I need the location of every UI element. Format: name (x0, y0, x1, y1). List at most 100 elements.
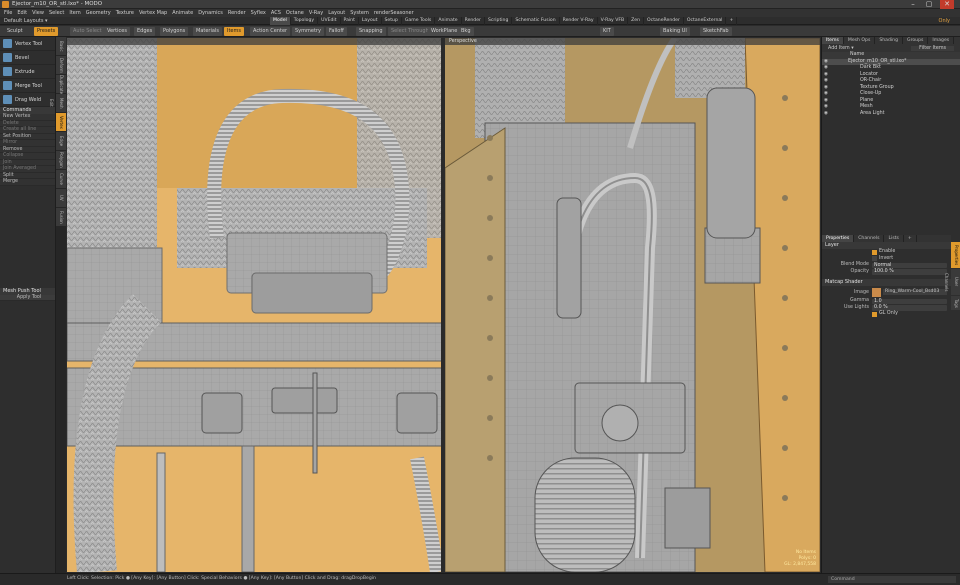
tab-render-vray[interactable]: Render V-Ray (560, 17, 598, 25)
tab-layout[interactable]: Layout (359, 17, 382, 25)
menu-vray[interactable]: V-Ray (309, 9, 323, 17)
tab-properties[interactable]: Properties (822, 235, 855, 242)
menu-system[interactable]: System (350, 9, 369, 17)
menu-render[interactable]: Render (228, 9, 246, 17)
tab-render[interactable]: Render (462, 17, 485, 25)
add-item-button[interactable]: Add Item ▾ (828, 46, 854, 51)
close-button[interactable]: ✕ (940, 0, 954, 9)
vtab-uv[interactable]: UV (56, 189, 66, 207)
menu-view[interactable]: View (32, 9, 44, 17)
tab-schematic-fusion[interactable]: Schematic Fusion (512, 17, 560, 25)
vertices-button[interactable]: Vertices (104, 27, 130, 36)
opacity-field[interactable]: 100.0 % (872, 269, 947, 275)
workplane-button[interactable]: WorkPlane (428, 27, 461, 36)
auto-select-button[interactable]: Auto Select (70, 27, 105, 36)
enable-checkbox[interactable] (872, 249, 877, 255)
materials-button[interactable]: Materials (193, 27, 222, 36)
only-toggle[interactable]: Only (939, 17, 950, 25)
vtab-basic[interactable]: Basic (56, 37, 66, 55)
matcap-section-header[interactable]: Matcap Shader (822, 279, 951, 286)
menu-acs[interactable]: ACS (271, 9, 281, 17)
tab-shading[interactable]: Shading (875, 37, 904, 44)
tab-images[interactable]: Images (928, 37, 955, 44)
tab-octaneexternal[interactable]: OctaneExternal (684, 17, 727, 25)
tab-animate[interactable]: Animate (435, 17, 462, 25)
vtab-polygon[interactable]: Polygon (56, 151, 66, 169)
side-tab-tags[interactable]: Tags (951, 296, 960, 310)
menu-select[interactable]: Select (49, 9, 64, 17)
polygons-button[interactable]: Polygons (160, 27, 189, 36)
tab-paint[interactable]: Paint (341, 17, 359, 25)
select-through-button[interactable]: Select Through (388, 27, 432, 36)
merge-tool-button[interactable]: Merge Tool (0, 79, 55, 93)
commands-header[interactable]: Commands (0, 107, 55, 114)
menu-dynamics[interactable]: Dynamics (198, 9, 223, 17)
use-lights-field[interactable]: 0.0 % (872, 305, 947, 311)
filter-items-field[interactable]: Filter Items (911, 45, 954, 51)
tab-items[interactable]: Items (822, 37, 844, 44)
tab-octanerender[interactable]: OctaneRender (644, 17, 684, 25)
gl-only-checkbox[interactable] (872, 311, 877, 317)
viewport-right[interactable]: Perspective No Items Polys: 0 GL: 2,847,… (445, 38, 820, 572)
add-tab-button[interactable]: + (726, 17, 738, 25)
tab-vray-vfb[interactable]: V-Ray VFB (598, 17, 629, 25)
vtab-mesh-edit[interactable]: Mesh Edit (49, 94, 66, 112)
side-tab-properties[interactable]: Properties (951, 242, 960, 268)
menu-geometry[interactable]: Geometry (86, 9, 111, 17)
menu-layout[interactable]: Layout (328, 9, 345, 17)
menu-edit[interactable]: Edit (17, 9, 27, 17)
matcap-thumbnail[interactable] (872, 287, 881, 297)
tab-lists[interactable]: Lists (884, 235, 904, 242)
vtab-edge[interactable]: Edge (56, 132, 66, 150)
symmetry-button[interactable]: Symmetry (292, 27, 324, 36)
presets-button[interactable]: Presets (34, 27, 59, 36)
tab-game-tools[interactable]: Game Tools (402, 17, 436, 25)
tab-setup[interactable]: Setup (382, 17, 402, 25)
menu-syflex[interactable]: Syflex (251, 9, 266, 17)
vtab-duplicate[interactable]: Duplicate (56, 75, 66, 94)
viewport-left-header[interactable] (67, 38, 441, 45)
viewport-left[interactable] (67, 38, 443, 572)
minimize-button[interactable]: – (906, 0, 920, 9)
menu-texture[interactable]: Texture (116, 9, 134, 17)
item-row-area-light[interactable]: ◉ Area Light (822, 111, 960, 118)
invert-checkbox[interactable] (872, 256, 877, 262)
menu-renderseasoner[interactable]: renderSeasoner (374, 9, 414, 17)
edges-button[interactable]: Edges (134, 27, 156, 36)
maximize-button[interactable]: ▢ (922, 0, 936, 9)
baking-ui-button[interactable]: Baking UI (660, 27, 690, 36)
layer-section-header[interactable]: Layer (822, 242, 951, 249)
items-button[interactable]: Items (224, 27, 244, 36)
add-properties-tab[interactable]: + (904, 235, 917, 242)
layout-selector[interactable]: Default Layouts ▾ (4, 17, 48, 25)
tab-topology[interactable]: Topology (291, 17, 319, 25)
gl-only-row[interactable]: GL Only (822, 311, 951, 318)
extrude-button[interactable]: Extrude (0, 65, 55, 79)
mesh-push-tool-header[interactable]: Mesh Push Tool (0, 287, 55, 295)
vtab-curve[interactable]: Curve (56, 170, 66, 188)
tab-uvedit[interactable]: UVEdit (318, 17, 341, 25)
vtab-deform[interactable]: Deform (56, 56, 66, 74)
merge-command[interactable]: Merge (0, 179, 55, 186)
menu-octane[interactable]: Octane (286, 9, 304, 17)
tab-scripting[interactable]: Scripting (485, 17, 513, 25)
apply-tool-button[interactable]: Apply Tool (0, 294, 55, 301)
side-tab-user-channels[interactable]: User Channels (944, 269, 960, 295)
image-dropdown[interactable]: Ring_Warm-Cool_Bsd03 (883, 289, 947, 295)
vtab-fusion[interactable]: Fusion (56, 208, 66, 226)
tab-mesh-ops[interactable]: Mesh Ops (844, 37, 876, 44)
menu-vertex-map[interactable]: Vertex Map (139, 9, 167, 17)
tab-groups[interactable]: Groups (903, 37, 929, 44)
tab-channels[interactable]: Channels (854, 235, 885, 242)
bevel-button[interactable]: Bevel (0, 51, 55, 65)
blend-mode-dropdown[interactable]: Normal (872, 262, 947, 268)
vertex-tool-button[interactable]: Vertex Tool (0, 37, 55, 51)
menu-file[interactable]: File (4, 9, 12, 17)
tab-model[interactable]: Model (270, 17, 291, 25)
snapping-button[interactable]: Snapping (356, 27, 386, 36)
kit-button[interactable]: KIT (600, 27, 614, 36)
visibility-eye-icon[interactable]: ◉ (822, 111, 830, 118)
bkg-button[interactable]: Bkg (458, 27, 474, 36)
menu-item[interactable]: Item (69, 9, 80, 17)
tab-zen[interactable]: Zen (628, 17, 645, 25)
